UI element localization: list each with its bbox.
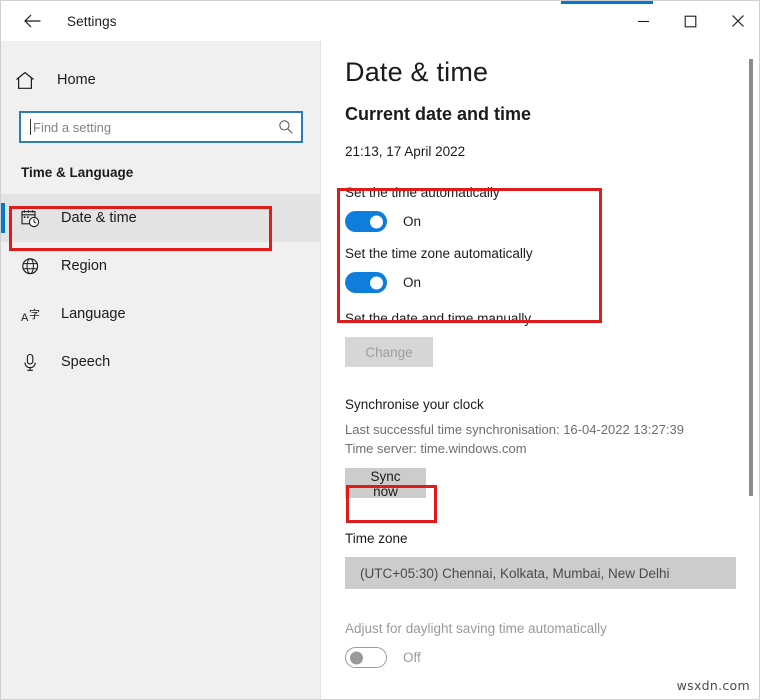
- set-time-automatically-toggle[interactable]: [345, 211, 387, 232]
- sync-now-button[interactable]: Sync now: [345, 468, 426, 499]
- daylight-saving-state: Off: [403, 650, 421, 665]
- set-timezone-automatically-row: On: [345, 272, 759, 293]
- close-icon: [731, 14, 745, 28]
- language-icon: A 字: [21, 305, 47, 324]
- microphone-icon: [21, 353, 47, 372]
- daylight-saving-toggle[interactable]: [345, 647, 387, 668]
- maximize-button[interactable]: [667, 1, 714, 41]
- window-controls: [620, 1, 759, 41]
- daylight-saving-row: Off: [345, 647, 759, 668]
- back-button[interactable]: [9, 5, 55, 37]
- window-title: Settings: [67, 13, 117, 29]
- svg-text:A: A: [21, 312, 29, 324]
- time-server-text: Time server: time.windows.com: [345, 441, 527, 456]
- toggle-knob: [350, 651, 363, 664]
- svg-text:字: 字: [29, 307, 40, 321]
- sidebar-item-home[interactable]: Home: [15, 63, 320, 97]
- sidebar-item-label: Region: [61, 258, 107, 274]
- minimize-button[interactable]: [620, 1, 667, 41]
- text-caret: [30, 119, 31, 135]
- synchronise-clock-group: Synchronise your clock Last successful t…: [345, 397, 759, 501]
- search-box[interactable]: [19, 111, 303, 143]
- settings-window: Settings Home Find a setting Time & Lang…: [0, 0, 760, 700]
- set-timezone-automatically-group: Set the time zone automatically On: [345, 246, 759, 293]
- current-datetime-heading: Current date and time: [345, 104, 532, 124]
- set-manually-group: Set the date and time manually Change: [345, 311, 759, 367]
- timezone-group: Time zone (UTC+05:30) Chennai, Kolkata, …: [345, 531, 759, 589]
- sidebar-item-label: Language: [61, 306, 126, 322]
- toggle-knob: [370, 215, 383, 228]
- change-button[interactable]: Change: [345, 337, 433, 367]
- title-bar: Settings: [1, 1, 759, 41]
- set-timezone-automatically-label: Set the time zone automatically: [345, 246, 533, 261]
- sidebar: Home Time & Language: [1, 41, 321, 699]
- page-title: Date & time: [345, 57, 489, 87]
- close-button[interactable]: [714, 1, 759, 41]
- back-arrow-icon: [23, 14, 41, 28]
- watermark: wsxdn.com: [676, 678, 750, 693]
- main-content: Date & time Current date and time 21:13,…: [322, 41, 759, 699]
- calendar-clock-icon: [21, 209, 47, 228]
- set-time-automatically-state: On: [403, 214, 422, 229]
- toggle-knob: [370, 276, 383, 289]
- sidebar-item-language[interactable]: A 字 Language: [1, 290, 320, 338]
- timezone-heading: Time zone: [345, 531, 408, 546]
- set-manually-label: Set the date and time manually: [345, 311, 532, 326]
- globe-icon: [21, 257, 47, 276]
- minimize-icon: [637, 15, 650, 28]
- set-time-automatically-row: On: [345, 211, 759, 232]
- set-time-automatically-label: Set the time automatically: [345, 185, 500, 200]
- sidebar-section-title: Time & Language: [21, 165, 134, 180]
- daylight-saving-label: Adjust for daylight saving time automati…: [345, 621, 607, 636]
- sidebar-nav-list: Date & time Region A 字 Language Speech: [1, 194, 320, 386]
- content-scrollbar[interactable]: [744, 41, 758, 699]
- last-sync-text: Last successful time synchronisation: 16…: [345, 422, 684, 437]
- sidebar-item-region[interactable]: Region: [1, 242, 320, 290]
- scrollbar-thumb[interactable]: [749, 59, 753, 496]
- set-time-automatically-group: Set the time automatically On: [345, 185, 759, 232]
- sidebar-home-label: Home: [57, 72, 96, 88]
- timezone-select[interactable]: (UTC+05:30) Chennai, Kolkata, Mumbai, Ne…: [345, 557, 736, 589]
- sidebar-item-speech[interactable]: Speech: [1, 338, 320, 386]
- set-timezone-automatically-state: On: [403, 275, 422, 290]
- synchronise-clock-heading: Synchronise your clock: [345, 397, 484, 412]
- sidebar-item-label: Speech: [61, 354, 111, 370]
- maximize-icon: [684, 15, 697, 28]
- timezone-selected-value: (UTC+05:30) Chennai, Kolkata, Mumbai, Ne…: [360, 565, 670, 581]
- sidebar-item-label: Date & time: [61, 210, 137, 226]
- daylight-saving-group: Adjust for daylight saving time automati…: [345, 621, 759, 668]
- search-input[interactable]: [21, 119, 271, 135]
- home-icon: [15, 71, 45, 90]
- set-timezone-automatically-toggle[interactable]: [345, 272, 387, 293]
- search-icon[interactable]: [271, 119, 301, 135]
- current-datetime-value: 21:13, 17 April 2022: [345, 144, 466, 159]
- sidebar-item-date-time[interactable]: Date & time: [1, 194, 320, 242]
